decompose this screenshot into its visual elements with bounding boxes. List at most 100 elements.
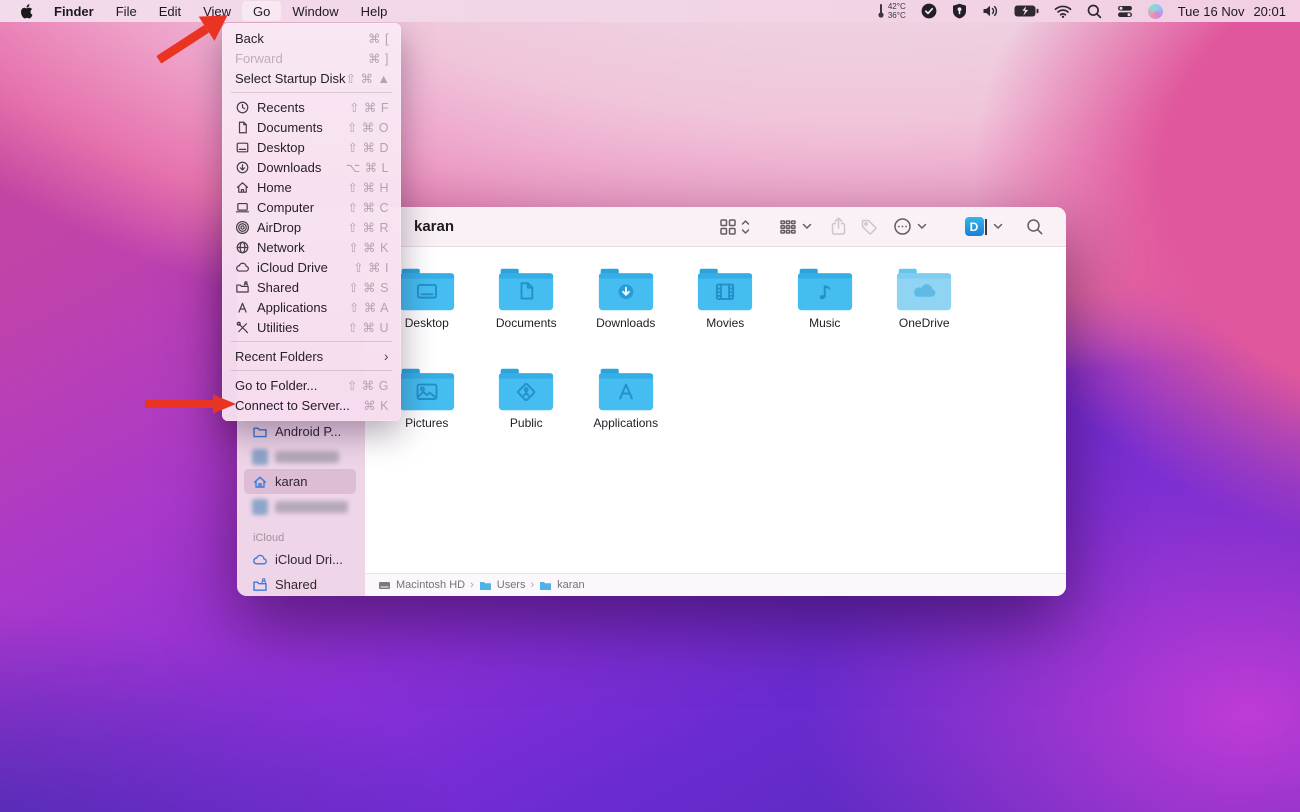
temperature-widget[interactable]: 42°C36°C (876, 2, 906, 20)
menubar-file[interactable]: File (105, 0, 148, 22)
menu-shortcut: ⇧ ⌘ O (347, 120, 389, 135)
battery-menu-icon[interactable] (1014, 5, 1039, 17)
menu-item-home[interactable]: Home⇧ ⌘ H (222, 177, 401, 197)
folder-documents[interactable]: Documents (477, 266, 577, 330)
redacted-icon (252, 499, 268, 515)
sidebar-item-android[interactable]: Android P... (244, 419, 356, 444)
folder-applications[interactable]: Applications (576, 366, 676, 430)
menubar-go[interactable]: Go (242, 1, 281, 21)
menu-shortcut: ⌘ [ (368, 31, 389, 46)
folder-public[interactable]: Public (477, 366, 577, 430)
adguard-menu-icon[interactable] (952, 3, 967, 19)
spotlight-menu-icon[interactable] (1087, 4, 1102, 19)
home-icon (252, 474, 268, 490)
menu-item-applications[interactable]: Applications⇧ ⌘ A (222, 297, 401, 317)
menubar-clock[interactable]: Tue 16 Nov 20:01 (1178, 4, 1286, 19)
menu-item-forward[interactable]: Forward⌘ ] (222, 48, 401, 68)
menubar-help[interactable]: Help (350, 0, 399, 22)
sidebar-list: Android P... karan iCloud iCloud D (244, 419, 356, 597)
folder-downloads[interactable]: Downloads (576, 266, 676, 330)
path-label: karan (557, 579, 585, 591)
screen: Android P... karan iCloud iCloud D (0, 0, 1300, 812)
volume-menu-icon[interactable] (982, 4, 999, 18)
folder-icon (252, 424, 268, 440)
search-button[interactable] (1026, 218, 1044, 236)
menu-item-go-to-folder[interactable]: Go to Folder...⇧ ⌘ G (222, 375, 401, 395)
folder-icon (398, 366, 456, 413)
menu-item-back[interactable]: Back⌘ [ (222, 28, 401, 48)
menu-item-label: Desktop (257, 140, 305, 155)
folder-name: Public (510, 416, 543, 430)
security-check-menu-icon[interactable] (921, 3, 937, 19)
cloud-icon (235, 260, 250, 275)
menu-item-connect-to-server[interactable]: Connect to Server...⌘ K (222, 395, 401, 415)
more-options-button[interactable] (893, 217, 927, 236)
check-circle-icon (921, 3, 937, 19)
path-segment-users[interactable]: Users (479, 579, 526, 592)
folder-name: Music (809, 316, 840, 330)
menu-item-computer[interactable]: Computer⇧ ⌘ C (222, 197, 401, 217)
menu-item-recents[interactable]: Recents⇧ ⌘ F (222, 97, 401, 117)
path-segment-karan[interactable]: karan (539, 579, 585, 592)
menu-shortcut: ⇧ ⌘ D (348, 140, 389, 155)
menu-item-label: Home (257, 180, 292, 195)
menu-item-label: Downloads (257, 160, 321, 175)
folder-icon (539, 579, 552, 592)
menu-item-utilities[interactable]: Utilities⇧ ⌘ U (222, 317, 401, 337)
sidebar-item-karan[interactable]: karan (244, 469, 356, 494)
folder-name: OneDrive (899, 316, 950, 330)
wifi-menu-icon[interactable] (1054, 5, 1072, 18)
menubar-window[interactable]: Window (281, 0, 349, 22)
chevron-down-icon (993, 223, 1003, 230)
sidebar-item-redacted-2[interactable] (244, 494, 356, 519)
menu-item-label: iCloud Drive (257, 260, 328, 275)
document-icon (235, 120, 250, 135)
group-by-button[interactable] (779, 218, 812, 236)
folder-icon (895, 266, 953, 313)
wifi-icon (1054, 5, 1072, 18)
tag-button[interactable] (860, 218, 878, 236)
more-circle-icon (893, 217, 912, 236)
sidebar-item-label: iCloud Dri... (275, 552, 343, 567)
sidebar-item-label: Shared (275, 577, 317, 592)
folder-name: Movies (706, 316, 744, 330)
folder-movies[interactable]: Movies (676, 266, 776, 330)
desktop-icon (235, 140, 250, 155)
menu-item-icloud-drive[interactable]: iCloud Drive⇧ ⌘ I (222, 257, 401, 277)
thermometer-icon (876, 3, 886, 19)
menu-item-shared[interactable]: Shared⇧ ⌘ S (222, 277, 401, 297)
view-as-icons-button[interactable] (719, 218, 750, 236)
menu-item-recent-folders[interactable]: Recent Folders› (222, 346, 401, 366)
submenu-chevron-icon: › (384, 348, 389, 364)
menu-item-documents[interactable]: Documents⇧ ⌘ O (222, 117, 401, 137)
path-segment-macintosh-hd[interactable]: Macintosh HD (378, 579, 465, 592)
menu-item-select-startup-disk[interactable]: Select Startup Disk⇧ ⌘ ▲ (222, 68, 401, 88)
menu-item-desktop[interactable]: Desktop ⇧ ⌘ D (222, 137, 401, 157)
icon-grid: Desktop Documents Downloads Movies (377, 266, 974, 430)
control-center-menu-icon[interactable] (1117, 5, 1133, 18)
sidebar-item-icloud-drive[interactable]: iCloud Dri... (244, 547, 356, 572)
extension-d-button[interactable]: D (965, 217, 1004, 236)
menu-item-label: Go to Folder... (235, 378, 317, 393)
sidebar-item-shared[interactable]: Shared (244, 572, 356, 597)
share-button[interactable] (830, 217, 847, 236)
menu-item-airdrop[interactable]: AirDrop⇧ ⌘ R (222, 217, 401, 237)
apple-logo-icon (20, 4, 33, 19)
menu-separator (231, 92, 392, 93)
redacted-label (275, 451, 339, 463)
clock-icon (235, 100, 250, 115)
sidebar-item-redacted-1[interactable] (244, 444, 356, 469)
sidebar-section-icloud: iCloud (244, 532, 356, 544)
menu-item-downloads[interactable]: Downloads⌥ ⌘ L (222, 157, 401, 177)
siri-icon (1148, 4, 1163, 19)
menubar-app-finder[interactable]: Finder (43, 0, 105, 22)
menu-item-network[interactable]: Network⇧ ⌘ K (222, 237, 401, 257)
folder-music[interactable]: Music (775, 266, 875, 330)
finder-toolbar: karan (365, 207, 1066, 247)
redacted-label (275, 501, 348, 513)
download-circle-icon (235, 160, 250, 175)
siri-menu-icon[interactable] (1148, 4, 1163, 19)
folder-onedrive[interactable]: OneDrive (875, 266, 975, 330)
shared-folder-icon (235, 280, 250, 295)
apple-menu[interactable] (20, 4, 33, 19)
